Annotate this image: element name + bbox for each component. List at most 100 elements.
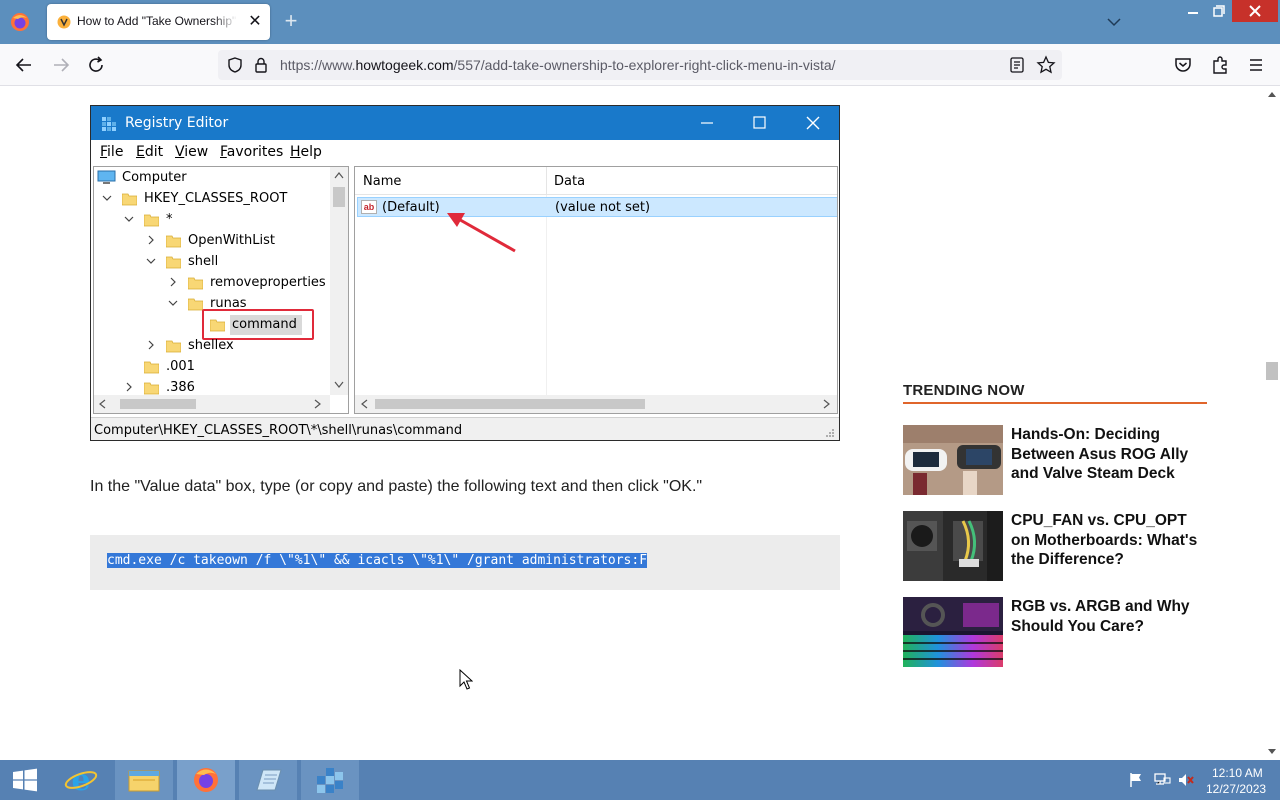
values-horizontal-scrollbar [355, 395, 837, 413]
trending-now-heading: TRENDING NOW [903, 382, 1025, 399]
regedit-menu-favorites: Favorites [220, 144, 284, 160]
folder-icon [122, 193, 137, 206]
active-tab[interactable]: How to Add "Take Ownership" to Explorer'… [47, 4, 270, 40]
trending-item[interactable]: RGB vs. ARGB and Why Should You Care? [903, 597, 1207, 667]
regedit-menu-edit: Edit [136, 144, 164, 160]
trending-title[interactable]: RGB vs. ARGB and Why Should You Care? [1011, 597, 1207, 636]
tree-label: .001 [166, 359, 195, 374]
column-divider [546, 167, 547, 195]
trending-item[interactable]: Hands-On: Deciding Between Asus ROG Ally… [903, 425, 1207, 495]
column-name: Name [363, 174, 402, 189]
firefox-menu-icon[interactable] [10, 12, 30, 32]
back-arrow-icon[interactable] [12, 53, 36, 77]
extensions-puzzle-icon[interactable] [1208, 53, 1232, 77]
tree-label: shellex [188, 338, 234, 353]
page-scroll-thumb[interactable] [1266, 362, 1278, 380]
lock-icon[interactable] [252, 56, 270, 74]
regedit-menu-file: File [100, 144, 124, 160]
pocket-icon[interactable] [1171, 53, 1195, 77]
red-highlight-box [202, 309, 314, 340]
url-bar[interactable]: https://www.howtogeek.com/557/add-take-o… [218, 50, 1062, 80]
regedit-values-list: Name Data ab (Default) (value not set) [354, 166, 838, 414]
list-all-tabs-chevron-icon[interactable] [1104, 12, 1124, 32]
resize-grip-icon [826, 429, 834, 437]
tree-label: removeproperties [210, 275, 326, 290]
chevron-right-icon [148, 340, 154, 350]
article-instruction-text: In the "Value data" box, type (or copy a… [90, 478, 703, 495]
scroll-down-icon [334, 381, 344, 388]
red-arrow-annotation [447, 213, 516, 253]
chevron-down-icon [168, 300, 178, 306]
navigation-toolbar: https://www.howtogeek.com/557/add-take-o… [0, 44, 1280, 86]
restore-window-icon[interactable] [1204, 0, 1234, 22]
regedit-menu-view: View [175, 144, 209, 160]
regedit-title-bar: Registry Editor [91, 106, 839, 140]
reload-icon[interactable] [84, 53, 108, 77]
tree-horizontal-scrollbar [94, 395, 330, 413]
file-explorer-icon[interactable] [115, 760, 173, 800]
tree-scroll-thumb [333, 187, 345, 207]
firefox-taskbar-icon[interactable] [177, 760, 235, 800]
regedit-menu-help: Help [290, 144, 322, 160]
scroll-up-icon[interactable] [1267, 90, 1277, 98]
chevron-right-icon [148, 235, 154, 245]
folder-icon [166, 340, 181, 353]
taskbar-clock-date[interactable]: 12/27/2023 [1206, 782, 1266, 796]
folder-icon [166, 256, 181, 269]
taskbar-clock-time[interactable]: 12:10 AM [1212, 766, 1263, 780]
notepad-app-icon[interactable] [239, 760, 297, 800]
chevron-down-icon [124, 216, 134, 222]
regedit-maximize-icon [753, 116, 766, 129]
trending-title[interactable]: Hands-On: Deciding Between Asus ROG Ally… [1011, 425, 1207, 484]
internet-explorer-icon[interactable]: e [52, 760, 110, 800]
folder-icon [188, 298, 203, 311]
app-menu-hamburger-icon[interactable] [1244, 53, 1268, 77]
folder-icon [144, 382, 159, 395]
forward-arrow-icon[interactable] [49, 53, 73, 77]
regedit-key-tree: Computer HKEY_CLASSES_ROOT * OpenWithLis… [93, 166, 349, 414]
htg-favicon-icon [57, 15, 71, 29]
tree-label: Computer [122, 170, 187, 185]
scroll-down-icon[interactable] [1267, 748, 1277, 756]
tracking-shield-icon[interactable] [226, 56, 244, 74]
url-text[interactable]: https://www.howtogeek.com/557/add-take-o… [280, 57, 836, 73]
bookmark-star-icon[interactable] [1036, 55, 1056, 75]
trending-title[interactable]: CPU_FAN vs. CPU_OPT on Motherboards: Wha… [1011, 511, 1207, 570]
computer-icon [97, 170, 116, 184]
column-divider [546, 195, 547, 395]
registry-editor-screenshot: Registry Editor File Edit View Favorites… [90, 105, 840, 441]
reader-view-icon[interactable] [1008, 56, 1026, 74]
network-icon[interactable] [1153, 772, 1171, 788]
tree-node-command: command [96, 309, 316, 340]
trending-item[interactable]: CPU_FAN vs. CPU_OPT on Motherboards: Wha… [903, 511, 1207, 581]
folder-icon [144, 214, 159, 227]
chevron-down-icon [146, 258, 156, 264]
action-center-flag-icon[interactable] [1128, 772, 1144, 788]
scroll-right-icon [314, 399, 321, 409]
page-vertical-scrollbar[interactable] [1264, 86, 1280, 760]
tree-label: OpenWithList [188, 233, 275, 248]
code-block[interactable]: cmd.exe /c takeown /f \"%1\" && icacls \… [90, 535, 840, 590]
tree-label: HKEY_CLASSES_ROOT [144, 191, 288, 206]
windows-taskbar: e 12:10 AM 12/27/2023 [0, 760, 1280, 800]
new-tab-plus-icon[interactable]: + [280, 10, 302, 32]
column-data: Data [554, 174, 586, 189]
code-command-text[interactable]: cmd.exe /c takeown /f \"%1\" && icacls \… [107, 553, 648, 568]
windows-start-icon[interactable] [0, 760, 50, 800]
tab-title: How to Add "Take Ownership" to Explorer'… [77, 14, 237, 28]
registry-path: Computer\HKEY_CLASSES_ROOT\*\shell\runas… [94, 423, 463, 438]
string-value-icon: ab [361, 200, 377, 214]
close-window-icon[interactable] [1232, 0, 1278, 22]
regedit-menu-bar: File Edit View Favorites Help [91, 140, 839, 164]
tree-hscroll-thumb [120, 399, 196, 409]
close-tab-icon[interactable]: ✕ [245, 12, 265, 32]
registry-editor-taskbar-icon[interactable] [301, 760, 359, 800]
motherboard-fan-thumbnail[interactable] [903, 511, 1003, 581]
scroll-right-icon [823, 399, 830, 409]
rgb-keyboard-thumbnail[interactable] [903, 597, 1003, 667]
handheld-consoles-thumbnail[interactable] [903, 425, 1003, 495]
volume-muted-icon[interactable] [1177, 772, 1195, 788]
chevron-right-icon [170, 277, 176, 287]
regedit-close-icon [806, 116, 820, 130]
tree-vertical-scrollbar [330, 167, 348, 395]
